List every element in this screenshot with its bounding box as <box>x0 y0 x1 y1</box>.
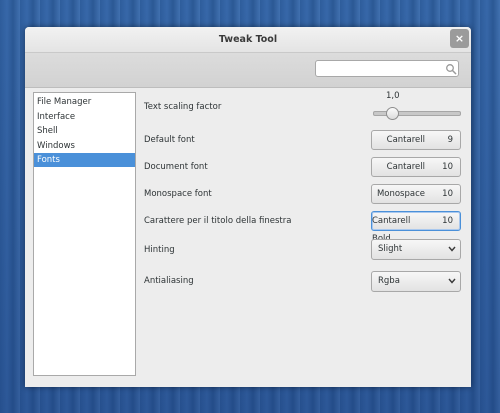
sidebar-item-label: Windows <box>37 141 75 151</box>
sidebar-item-interface[interactable]: Interface <box>34 110 135 124</box>
search-icon[interactable] <box>445 63 457 75</box>
title-font-label: Carattere per il titolo della finestra <box>144 216 292 226</box>
monospace-font-button[interactable]: Monospace 10 <box>371 184 461 204</box>
slider-handle[interactable] <box>385 107 399 120</box>
hinting-dropdown[interactable]: Slight <box>371 239 461 260</box>
sidebar-item-label: Interface <box>37 112 76 122</box>
toolbar <box>25 53 471 88</box>
titlebar[interactable]: Tweak Tool × <box>25 27 471 53</box>
font-size: 10 <box>442 216 453 226</box>
sidebar-item-file-manager[interactable]: File Manager <box>34 95 135 109</box>
antialiasing-label: Antialiasing <box>144 276 194 286</box>
font-size: 10 <box>442 189 453 199</box>
chevron-down-icon <box>448 246 456 252</box>
window-title: Tweak Tool <box>218 34 278 45</box>
title-font-button[interactable]: Cantarell Bold 10 <box>371 211 461 244</box>
close-button[interactable]: × <box>450 29 469 48</box>
sidebar-item-shell[interactable]: Shell <box>34 124 135 138</box>
sidebar: File Manager Interface Shell Windows Fon… <box>33 92 136 376</box>
text-scaling-label: Text scaling factor <box>144 102 222 112</box>
tweak-tool-window: Tweak Tool × File Manager Interface Shel… <box>25 27 471 387</box>
sidebar-item-label: Shell <box>37 126 58 136</box>
font-size: 10 <box>442 162 453 172</box>
document-font-button[interactable]: Cantarell 10 <box>371 157 461 177</box>
sidebar-item-fonts[interactable]: Fonts <box>34 153 135 167</box>
search-input[interactable] <box>315 60 459 77</box>
default-font-label: Default font <box>144 135 195 145</box>
font-name: Cantarell <box>386 135 425 145</box>
monospace-font-label: Monospace font <box>144 189 212 199</box>
sidebar-item-windows[interactable]: Windows <box>34 139 135 153</box>
font-name: Monospace <box>376 189 425 199</box>
antialiasing-dropdown[interactable]: Rgba <box>371 271 461 292</box>
font-name: Cantarell <box>386 162 425 172</box>
chevron-down-icon <box>448 278 456 284</box>
sidebar-item-label: File Manager <box>37 97 92 107</box>
dropdown-value: Slight <box>378 244 403 254</box>
default-font-button[interactable]: Cantarell 9 <box>371 130 461 150</box>
document-font-label: Document font <box>144 162 208 172</box>
text-scaling-value: 1,0 <box>386 91 400 101</box>
hinting-label: Hinting <box>144 245 175 255</box>
sidebar-item-label: Fonts <box>37 155 60 165</box>
dropdown-value: Rgba <box>378 276 400 286</box>
font-size: 9 <box>447 135 453 145</box>
